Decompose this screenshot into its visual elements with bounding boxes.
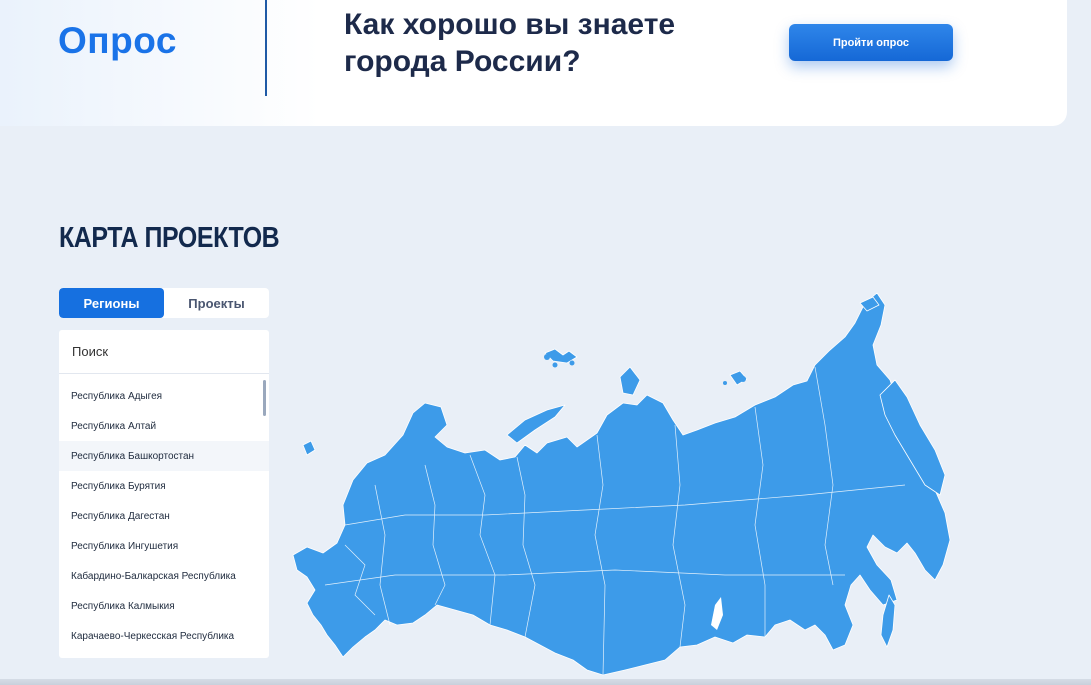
region-item-buryatia[interactable]: Республика Бурятия	[59, 471, 269, 501]
region-item-bashkortostan[interactable]: Республика Башкортостан	[59, 441, 269, 471]
take-survey-button[interactable]: Пройти опрос	[789, 24, 953, 61]
region-item-karachay-cherkessia[interactable]: Карачаево-Черкесская Республика	[59, 621, 269, 651]
map-islet	[569, 360, 575, 366]
survey-logo: Опрос	[58, 20, 177, 61]
page-bottom-edge	[0, 679, 1091, 685]
region-item-altai[interactable]: Республика Алтай	[59, 411, 269, 441]
map-novaya-zemlya[interactable]	[506, 404, 566, 444]
banner-divider	[265, 0, 267, 96]
map-kaliningrad[interactable]	[302, 440, 316, 456]
tab-projects[interactable]: Проекты	[164, 288, 269, 318]
view-tabs: Регионы Проекты	[59, 288, 269, 318]
list-scrollbar[interactable]	[263, 380, 266, 416]
map-severnaya-zemlya[interactable]	[619, 366, 641, 396]
tab-regions[interactable]: Регионы	[59, 288, 164, 318]
region-item-dagestan[interactable]: Республика Дагестан	[59, 501, 269, 531]
map-islet	[552, 362, 558, 368]
region-item-kabardino-balkaria[interactable]: Кабардино-Балкарская Республика	[59, 561, 269, 591]
region-item-adygea[interactable]: Республика Адыгея	[59, 381, 269, 411]
region-list-panel: Республика Адыгея Республика Алтай Респу…	[59, 330, 269, 658]
russia-map[interactable]	[285, 285, 955, 680]
map-islet	[544, 354, 550, 360]
region-list: Республика Адыгея Республика Алтай Респу…	[59, 374, 269, 651]
map-mainland[interactable]	[292, 292, 951, 676]
search-box	[59, 330, 269, 374]
survey-banner: Опрос Как хорошо вы знаете города России…	[0, 0, 1067, 126]
map-islet	[740, 376, 746, 382]
region-item-kalmykia[interactable]: Республика Калмыкия	[59, 591, 269, 621]
search-input[interactable]	[59, 330, 269, 373]
survey-question: Как хорошо вы знаете города России?	[344, 8, 676, 78]
region-item-ingushetia[interactable]: Республика Ингушетия	[59, 531, 269, 561]
map-islet	[723, 381, 727, 385]
section-title: КАРТА ПРОЕКТОВ	[59, 222, 280, 254]
